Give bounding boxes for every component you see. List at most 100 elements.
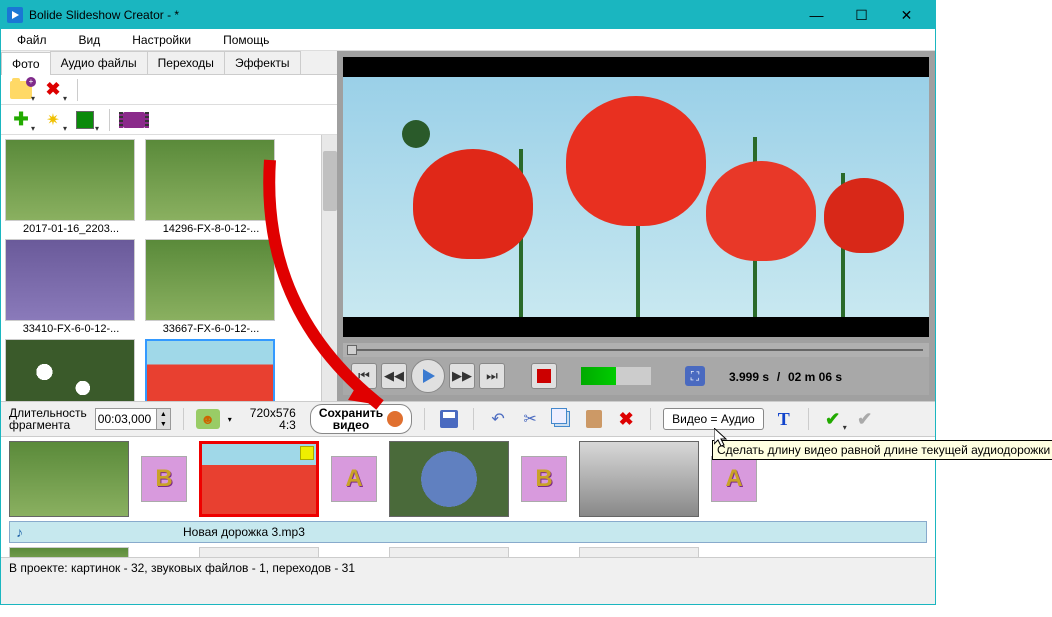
highlight-button[interactable]: ✷▾: [41, 108, 65, 132]
apply-gray-button[interactable]: ✔: [853, 407, 877, 431]
duration-input[interactable]: [96, 409, 156, 429]
goto-end-button[interactable]: ⏭: [479, 363, 505, 389]
seek-thumb[interactable]: [347, 345, 357, 355]
copy-button[interactable]: [550, 407, 574, 431]
close-button[interactable]: ✕: [884, 1, 929, 29]
add-folder-button[interactable]: ▾: [9, 78, 33, 102]
thumb-6[interactable]: [145, 339, 275, 401]
volume-slider[interactable]: [581, 367, 651, 385]
x-icon: ✖: [45, 79, 60, 100]
thumb-1-label: 2017-01-16_2203...: [5, 221, 137, 237]
timeline2-item-3[interactable]: [389, 547, 509, 557]
scroll-thumb[interactable]: [323, 151, 337, 211]
menu-view[interactable]: Вид: [73, 31, 107, 49]
color-swatch: [76, 111, 94, 129]
media-tabs: Фото Аудио файлы Переходы Эффекты: [1, 51, 337, 75]
fullscreen-button[interactable]: ⛶: [685, 366, 705, 386]
thumb-4[interactable]: [145, 239, 275, 321]
undo-button[interactable]: ↶: [486, 407, 510, 431]
tab-effects[interactable]: Эффекты: [224, 51, 301, 74]
window-title: Bolide Slideshow Creator - *: [29, 8, 794, 22]
cut-button[interactable]: ✂: [518, 407, 542, 431]
paste-icon: [586, 410, 602, 428]
music-note-icon: ♪: [16, 524, 23, 540]
star-icon: ✷: [46, 110, 59, 130]
thumb-2[interactable]: [145, 139, 275, 221]
media-toolbar-1: ▾ ✖▾: [1, 75, 337, 105]
folder-icon: [10, 81, 32, 99]
play-button[interactable]: [411, 359, 445, 393]
timeline-transition-3[interactable]: B: [521, 456, 567, 502]
menu-settings[interactable]: Настройки: [126, 31, 197, 49]
timeline-slide-1[interactable]: [9, 441, 129, 517]
duration-spinner[interactable]: ▲▼: [95, 408, 171, 430]
add-button[interactable]: ✚▾: [9, 108, 33, 132]
letterbox-top: [343, 57, 929, 77]
remove-button[interactable]: ✖▾: [41, 78, 65, 102]
separator: [109, 109, 110, 131]
next-frame-button[interactable]: ▶▶: [449, 363, 475, 389]
maximize-button[interactable]: ☐: [839, 1, 884, 29]
video-equals-audio-button[interactable]: Видео = Аудио: [663, 408, 764, 430]
resolution-display: 720x576 4:3: [250, 407, 296, 431]
timeline-slide-4[interactable]: [579, 441, 699, 517]
tab-audio[interactable]: Аудио файлы: [50, 51, 148, 74]
thumb-scrollbar[interactable]: [321, 135, 337, 401]
timeline-toolbar: Длительность фрагмента ▲▼ ▾ 720x576 4:3 …: [1, 401, 935, 437]
timeline-transition-4[interactable]: A: [711, 456, 757, 502]
minimize-button[interactable]: —: [794, 1, 839, 29]
prev-frame-button[interactable]: ◀◀: [381, 363, 407, 389]
thumb-3[interactable]: [5, 239, 135, 321]
undo-icon: ↶: [491, 409, 504, 429]
main-area: Фото Аудио файлы Переходы Эффекты ▾ ✖▾ ✚…: [1, 51, 935, 401]
save-project-button[interactable]: [437, 407, 461, 431]
menu-file[interactable]: Файл: [11, 31, 53, 49]
plus-icon: ✚: [13, 109, 28, 130]
audio-track[interactable]: ♪ Новая дорожка 3.mp3: [9, 521, 927, 543]
duration-down[interactable]: ▼: [156, 419, 170, 429]
left-pane: Фото Аудио файлы Переходы Эффекты ▾ ✖▾ ✚…: [1, 51, 337, 401]
preview-screen: [343, 57, 929, 337]
timeline-slide-2[interactable]: [199, 441, 319, 517]
delete-button[interactable]: ✖: [614, 407, 638, 431]
film-icon: [123, 112, 145, 128]
time-display: 3.999 s / 02 m 06 s: [729, 368, 842, 384]
timeline-slide-3[interactable]: [389, 441, 509, 517]
slide-marker-icon: [300, 446, 314, 460]
titlebar: Bolide Slideshow Creator - * — ☐ ✕: [1, 1, 935, 29]
thumb-3-label: 33410-FX-6-0-12-...: [5, 321, 137, 337]
timeline2-item-4[interactable]: [579, 547, 699, 557]
seek-bar[interactable]: [343, 343, 929, 357]
timeline-transition-2[interactable]: A: [331, 456, 377, 502]
preview-image: [343, 77, 929, 317]
disk-icon: [440, 410, 458, 428]
menubar: Файл Вид Настройки Помощь: [1, 29, 935, 51]
apply-button[interactable]: ✔▾: [821, 407, 845, 431]
thumb-1[interactable]: [5, 139, 135, 221]
duration-up[interactable]: ▲: [156, 409, 170, 419]
timeline-transition-1[interactable]: B: [141, 456, 187, 502]
stop-button[interactable]: [531, 363, 557, 389]
preview-pane: ⏮ ◀◀ ▶▶ ⏭ ⛶ 3.999 s / 02 m 06 s: [337, 51, 935, 401]
text-button[interactable]: T: [772, 407, 796, 431]
app-icon: [7, 7, 23, 23]
time-total: 02 m 06 s: [788, 370, 842, 384]
tooltip: Сделать длину видео равной длине текущей…: [712, 440, 1052, 460]
duration-label: Длительность фрагмента: [9, 407, 87, 431]
stop-icon: [537, 369, 551, 383]
timeline2-item-1[interactable]: [9, 547, 129, 557]
video-clip-button[interactable]: [122, 108, 146, 132]
timeline2-item-2[interactable]: [199, 547, 319, 557]
save-video-button[interactable]: Сохранить видео: [310, 404, 412, 434]
tab-transitions[interactable]: Переходы: [147, 51, 225, 74]
status-text: В проекте: картинок - 32, звуковых файло…: [9, 561, 355, 575]
thumb-5[interactable]: [5, 339, 135, 401]
goto-start-button[interactable]: ⏮: [351, 363, 377, 389]
media-toolbar-2: ✚▾ ✷▾ ▾: [1, 105, 337, 135]
face-detect-button[interactable]: [196, 409, 220, 429]
paste-button[interactable]: [582, 407, 606, 431]
tab-photo[interactable]: Фото: [1, 52, 51, 75]
color-button[interactable]: ▾: [73, 108, 97, 132]
menu-help[interactable]: Помощь: [217, 31, 275, 49]
time-current: 3.999 s: [729, 370, 769, 384]
